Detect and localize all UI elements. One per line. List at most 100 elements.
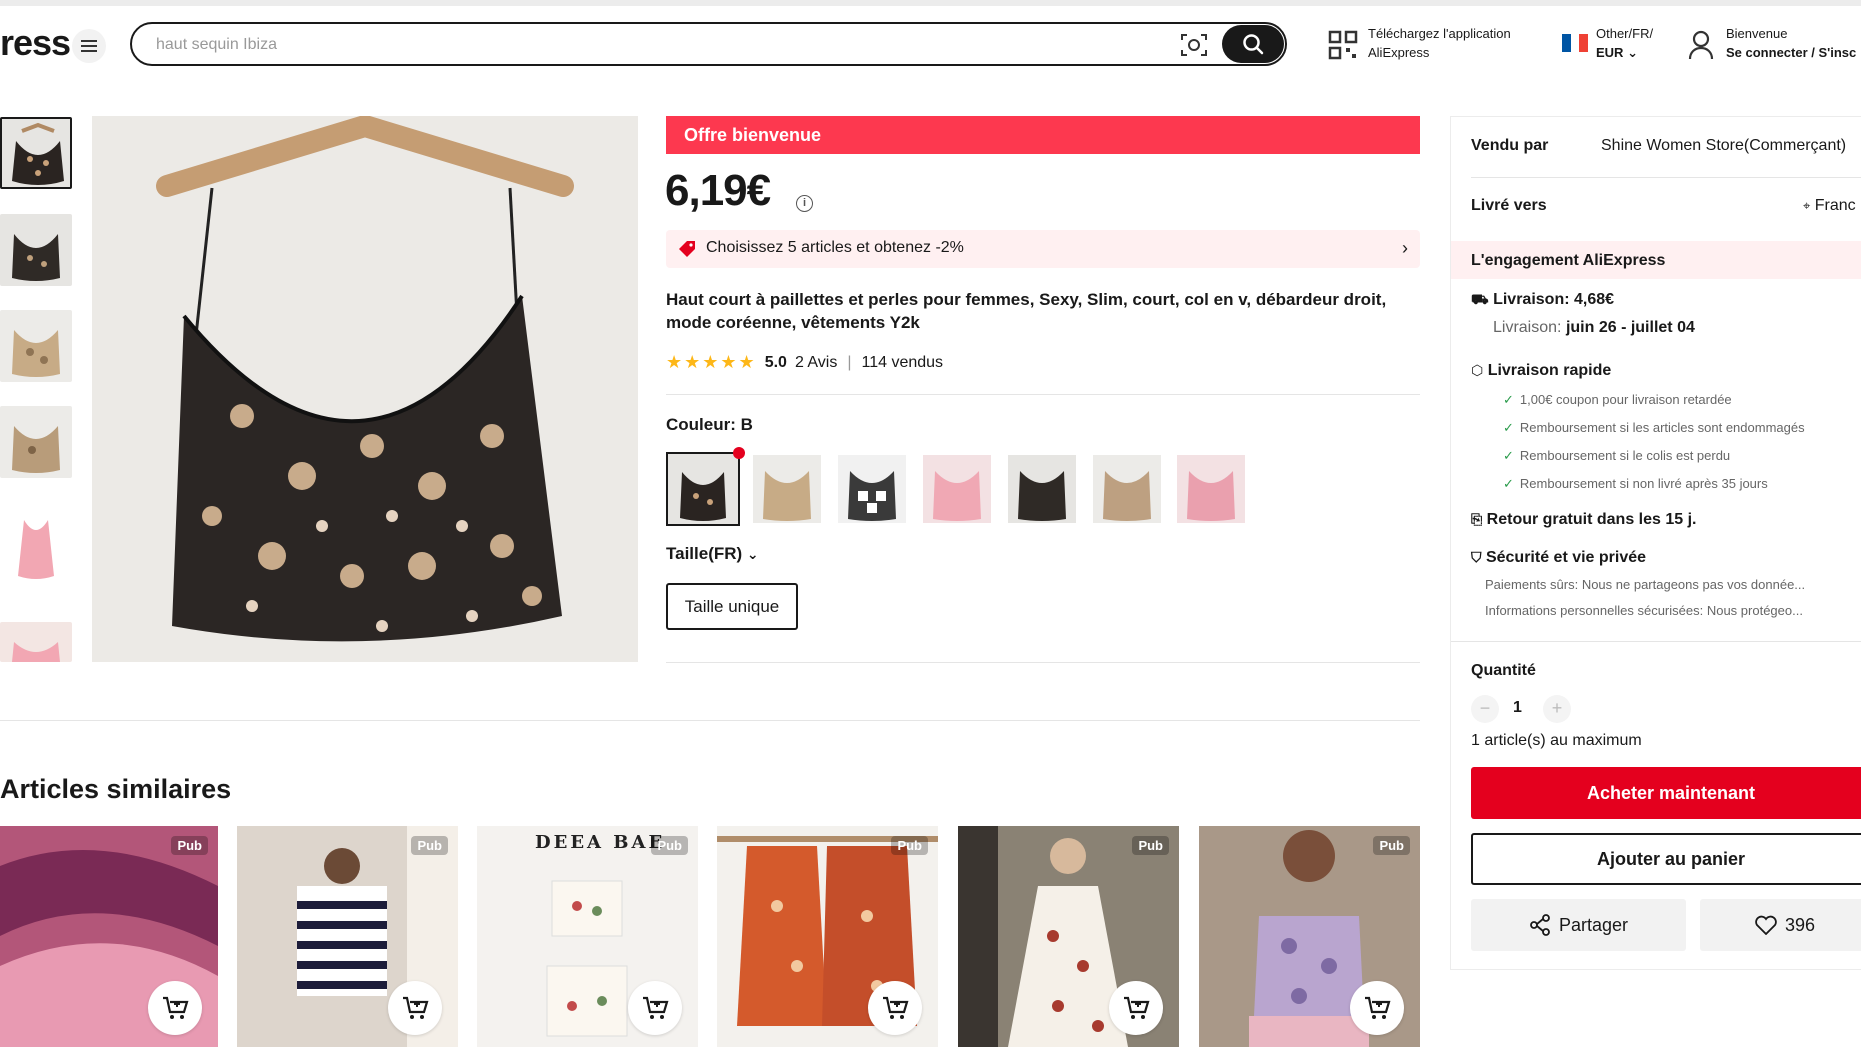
share-label: Partager <box>1558 914 1629 935</box>
search-button[interactable] <box>1222 25 1284 63</box>
thumbnail-6[interactable] <box>0 622 72 662</box>
search-input[interactable] <box>156 33 1056 57</box>
similar-item-card[interactable]: Pub <box>1199 826 1420 1047</box>
guarantee-item: ✓ Remboursement si les articles sont endo… <box>1503 420 1805 435</box>
add-to-cart-button[interactable] <box>148 981 202 1035</box>
product-thumbnail-image <box>12 234 60 281</box>
download-app-link[interactable]: Téléchargez l'application AliExpress <box>1328 24 1511 62</box>
bundle-promo-banner[interactable]: Choisissez 5 articles et obtenez -2% › <box>666 230 1420 268</box>
thumbnail-5[interactable] <box>0 510 72 582</box>
aliexpress-logo[interactable]: ress <box>0 22 71 64</box>
similar-item-card[interactable]: Pub <box>958 826 1179 1047</box>
delivery-fee-row: ⛟ Livraison: 4,68€ <box>1471 291 1614 310</box>
fast-delivery-row[interactable]: ⬡ Livraison rapide <box>1471 362 1611 380</box>
search-bar <box>130 22 1287 66</box>
swatch-image <box>848 471 896 521</box>
product-title: Haut court à paillettes et perles pour f… <box>666 290 1387 332</box>
divider <box>1471 177 1861 178</box>
add-to-cart-button[interactable] <box>1109 981 1163 1035</box>
thumbnail-3[interactable] <box>0 310 72 382</box>
similar-item-card[interactable]: Pub <box>717 826 938 1047</box>
search-icon <box>1243 34 1264 55</box>
reviews-link[interactable]: 2 Avis <box>795 354 837 372</box>
product-thumbnail-image <box>12 122 64 185</box>
guarantee-item: ✓ 1,00€ coupon pour livraison retardée <box>1503 392 1732 407</box>
product-thumbnail-image <box>18 520 54 579</box>
add-to-cart-button[interactable] <box>388 981 442 1035</box>
add-to-cart-button[interactable] <box>628 981 682 1035</box>
color-swatch-3[interactable] <box>838 455 906 523</box>
color-swatch-4[interactable] <box>923 455 991 523</box>
app-line1: Téléchargez l'application <box>1368 26 1511 41</box>
menu-button[interactable] <box>72 29 106 63</box>
color-swatch-5[interactable] <box>1008 455 1076 523</box>
wishlist-button[interactable]: 396 <box>1700 899 1861 951</box>
quantity-increase-button[interactable]: + <box>1543 695 1571 723</box>
free-return-text: Retour gratuit dans les 15 j. <box>1486 511 1697 528</box>
image-search-button[interactable] <box>1180 32 1208 58</box>
quantity-decrease-button[interactable]: − <box>1471 695 1499 723</box>
chevron-down-icon: ⌄ <box>1627 45 1638 60</box>
thumbnail-2[interactable] <box>0 214 72 286</box>
store-link[interactable]: Shine Women Store(Commerçant) <box>1601 137 1846 155</box>
sign-in-link[interactable]: Se connecter / S'insc <box>1726 43 1861 62</box>
currency-text: EUR <box>1596 45 1624 60</box>
security-row[interactable]: ⛉ Sécurité et vie privée <box>1471 549 1646 567</box>
rating-value: 5.0 <box>764 353 787 371</box>
delivery-date-row: Livraison: juin 26 - juillet 04 <box>1493 319 1695 337</box>
check-icon: ✓ <box>1503 476 1514 491</box>
swatch-image <box>680 472 726 521</box>
check-icon: ✓ <box>1503 392 1514 407</box>
guarantee-item: ✓ Remboursement si non livré après 35 jou… <box>1503 476 1768 491</box>
color-swatch-b[interactable] <box>666 452 740 526</box>
coupon-tag-icon <box>679 241 695 257</box>
product-thumbnail-image <box>12 642 60 662</box>
promo-text: Choisissez 5 articles et obtenez -2% <box>706 239 964 256</box>
swatch-image <box>933 471 981 521</box>
sponsored-badge: Pub <box>891 836 928 855</box>
size-selector[interactable]: Taille(FR) ⌄ <box>666 544 759 564</box>
divider <box>1451 641 1861 642</box>
info-icon[interactable]: i <box>796 195 813 212</box>
sponsored-badge: Pub <box>171 836 208 855</box>
color-swatch-2[interactable] <box>753 455 821 523</box>
add-to-cart-button[interactable] <box>868 981 922 1035</box>
size-label: Taille(FR) <box>666 544 743 563</box>
similar-item-card[interactable]: Pub <box>237 826 458 1047</box>
swatch-image <box>1018 471 1066 521</box>
add-to-cart-button[interactable]: Ajouter au panier <box>1471 833 1861 885</box>
quantity-label: Quantité <box>1471 662 1536 679</box>
share-button[interactable]: Partager <box>1471 899 1686 951</box>
heart-icon <box>1755 915 1777 935</box>
color-swatch-7[interactable] <box>1177 455 1245 523</box>
check-icon: ✓ <box>1503 448 1514 463</box>
brand-text: DEEA BAE <box>535 832 666 853</box>
region-text: Other/FR/ <box>1596 26 1654 41</box>
hamburger-icon <box>81 40 97 52</box>
size-option-button[interactable]: Taille unique <box>666 583 798 630</box>
main-product-image[interactable] <box>92 116 638 662</box>
similar-item-card[interactable]: Pub <box>0 826 218 1047</box>
color-swatch-6[interactable] <box>1093 455 1161 523</box>
thumbnail-1[interactable] <box>0 117 72 189</box>
divider <box>666 662 1420 663</box>
aliexpress-commitment-banner: L'engagement AliExpress <box>1451 241 1861 279</box>
delivery-date-label: Livraison: <box>1493 319 1562 336</box>
buy-now-button[interactable]: Acheter maintenant <box>1471 767 1861 819</box>
ship-to-selector[interactable]: ⌖ Franc <box>1803 197 1856 215</box>
similar-item-card[interactable]: DEEA BAE Pub <box>477 826 698 1047</box>
free-return-row[interactable]: ⎘ Retour gratuit dans les 15 j. <box>1471 511 1696 529</box>
account-menu[interactable]: Bienvenue Se connecter / S'insc <box>1688 24 1861 62</box>
thumbnail-4[interactable] <box>0 406 72 478</box>
similar-items-title: Articles similaires <box>0 774 232 804</box>
cart-plus-icon <box>1365 996 1391 1019</box>
purchase-panel: Vendu par Shine Women Store(Commerçant) … <box>1450 116 1861 970</box>
sponsored-badge: Pub <box>1373 836 1410 855</box>
swatch-image <box>1187 471 1235 521</box>
region-currency-selector[interactable]: Other/FR/ EUR ⌄ <box>1562 24 1653 62</box>
chevron-down-icon: ⌄ <box>746 546 759 562</box>
quantity-value[interactable]: 1 <box>1513 699 1522 717</box>
sponsored-badge: Pub <box>1132 836 1169 855</box>
return-icon: ⎘ <box>1471 511 1483 527</box>
add-to-cart-button[interactable] <box>1350 981 1404 1035</box>
